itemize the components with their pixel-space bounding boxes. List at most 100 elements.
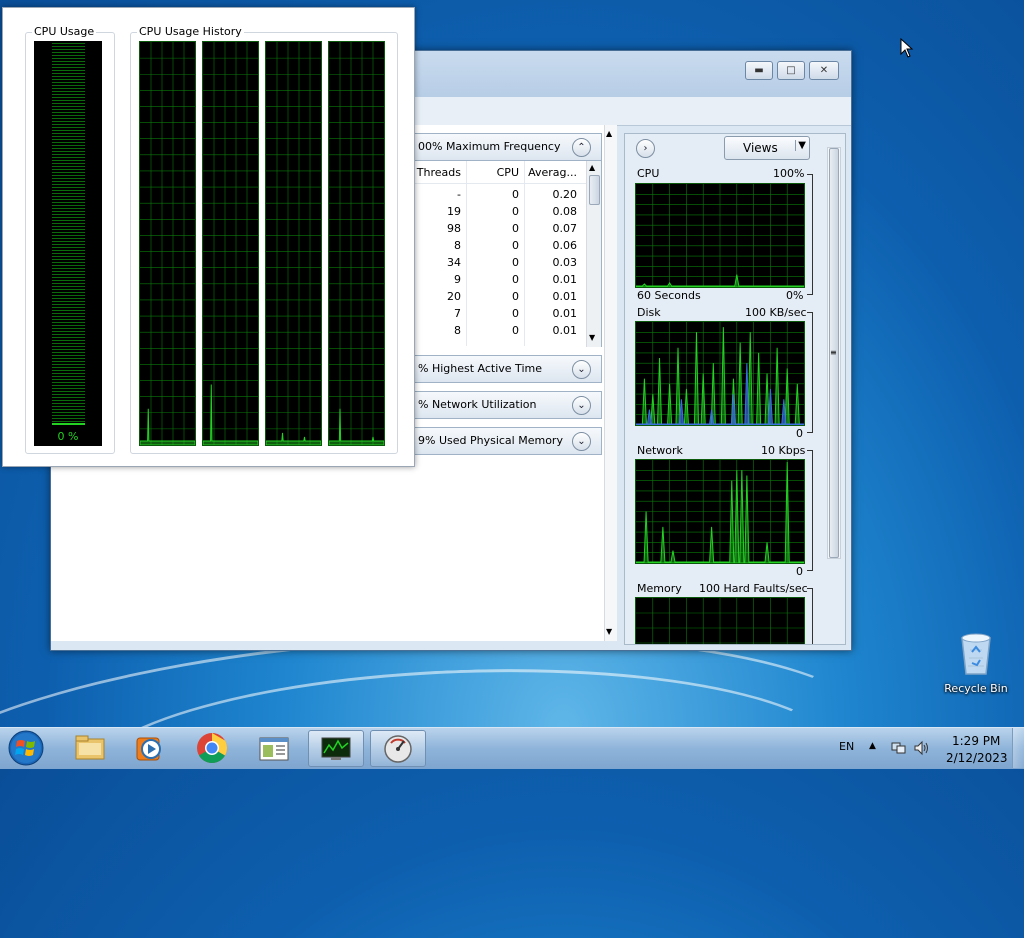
column-threads[interactable]: Threads [415,166,461,179]
table-cell: 0 [512,222,519,235]
expand-panel-icon[interactable]: › [636,139,655,158]
graph-plot [265,42,322,446]
expand-icon[interactable]: ⌄ [572,360,591,379]
graph-plot [635,460,805,564]
table-cell: 8 [454,239,461,252]
windows-logo-icon [8,730,44,766]
network-section-title: % Network Utilization [418,398,537,411]
table-cell: 0 [512,239,519,252]
cpu-usage-bar-fill [52,423,85,425]
graph-plot [328,42,385,446]
cpu-history-graph-core-1 [139,41,196,446]
table-row[interactable]: - 0 0.20 [415,187,585,204]
dropdown-arrow-icon: ▼ [795,140,806,151]
column-average[interactable]: Averag... [523,166,577,179]
table-cell: 0 [512,205,519,218]
language-indicator[interactable]: EN [839,740,854,753]
taskbar-explorer[interactable] [62,730,118,767]
table-cell: - [457,188,461,201]
disk-graph-min: 0 [796,427,803,440]
scroll-up-icon[interactable]: ▲ [589,163,595,172]
scroll-down-icon[interactable]: ▼ [606,627,612,636]
scroll-up-icon[interactable]: ▲ [606,129,612,138]
cpu-graph-max: 100% [773,167,805,180]
table-cell: 0.07 [552,222,578,235]
taskbar-chrome[interactable] [184,730,240,767]
volume-icon[interactable] [913,740,931,756]
memory-graph-label: Memory [637,582,682,595]
graph-plot [139,42,196,446]
table-cell: 0 [512,256,519,269]
expand-icon[interactable]: ⌄ [572,432,591,451]
show-desktop-button[interactable] [1012,728,1024,768]
cpu-history-graph-core-3 [265,41,322,446]
table-cell: 0.06 [552,239,578,252]
table-row[interactable]: 98 0 0.07 [415,221,585,238]
cpu-section-header[interactable]: 00% Maximum Frequency ⌃ [414,133,602,161]
cpu-history-graph-core-4 [328,41,385,446]
network-icon[interactable] [890,740,906,756]
table-cell: 0 [512,324,519,337]
close-button[interactable]: ✕ [809,61,839,80]
maximize-button[interactable]: □ [777,61,805,80]
table-cell: 0.03 [552,256,578,269]
column-cpu[interactable]: CPU [473,166,519,179]
scroll-down-icon[interactable]: ▼ [589,333,595,342]
table-cell: 0.01 [552,324,578,337]
cpu-process-table[interactable]: Threads CPU Averag... -0 0.20 19 0 0.08 98 0 0.… [414,161,602,347]
table-row[interactable]: 20 0 0.01 [415,289,585,306]
table-cell: 0.20 [552,188,578,201]
taskbar-cpu-meter[interactable] [370,730,426,767]
graph-plot [202,42,259,446]
mouse-cursor [900,38,914,58]
table-row[interactable]: 8 0 0.06 [415,238,585,255]
expand-icon[interactable]: ⌄ [572,396,591,415]
cpu-graph-time: 60 Seconds [637,289,701,302]
graph-panel-scrollbar[interactable]: ≡ [827,147,841,559]
show-hidden-icons-icon[interactable]: ▲ [869,741,876,751]
table-cell: 0 [512,188,519,201]
taskbar-notepad[interactable] [246,730,302,767]
cpu-usage-group: CPU Usage 0 % [25,25,115,454]
table-cell: 0.01 [552,273,578,286]
views-button[interactable]: Views ▼ [724,136,810,160]
taskbar-resource-monitor[interactable] [308,730,364,767]
cpu-graph-label: CPU [637,167,660,180]
network-section-header[interactable]: % Network Utilization ⌄ [414,391,602,419]
taskbar: EN ▲ 1:29 PM 2/12/2023 [0,727,1024,769]
start-button[interactable] [6,729,46,767]
memory-section-header[interactable]: 9% Used Physical Memory ⌄ [414,427,602,455]
recycle-bin-shortcut[interactable]: Recycle Bin [940,630,1012,700]
grip-icon: ≡ [830,348,837,357]
gauge-icon [384,735,412,763]
disk-graph-max: 100 KB/sec [745,306,807,319]
disk-section-header[interactable]: % Highest Active Time ⌄ [414,355,602,383]
cpu-usage-title: CPU Usage [32,25,97,38]
cpu-usage-value: 0 % [57,430,79,443]
table-header: Threads CPU Averag... [415,161,587,184]
cpu-history-title: CPU Usage History [137,25,244,38]
table-row[interactable]: 8 0 0.01 [415,323,585,340]
minimize-button[interactable]: ▬ [745,61,773,80]
scroll-thumb[interactable] [589,175,600,205]
table-cell: 19 [447,205,461,218]
clock-date[interactable]: 2/12/2023 [946,751,1008,765]
clock-time[interactable]: 1:29 PM [952,734,1000,748]
overview-scrollbar[interactable]: ▲ ▼ [604,125,617,641]
table-row[interactable]: 9 0 0.01 [415,272,585,289]
table-row[interactable]: 7 0 0.01 [415,306,585,323]
disk-section-title: % Highest Active Time [418,362,542,375]
network-graph [635,459,805,564]
folder-icon [75,735,105,760]
collapse-icon[interactable]: ⌃ [572,138,591,157]
recycle-bin-label: Recycle Bin [944,682,1008,695]
table-row[interactable]: 19 0 0.08 [415,204,585,221]
table-scrollbar[interactable]: ▲ ▼ [586,161,601,347]
taskbar-media-player[interactable] [122,730,178,767]
table-cell: 0.08 [552,205,578,218]
table-cell: 98 [447,222,461,235]
table-cell: 9 [454,273,461,286]
cpu-meter-window[interactable]: CPU Usage 0 % CPU Usage History [2,7,415,467]
table-row[interactable]: 34 0 0.03 [415,255,585,272]
cpu-history-graph-core-2 [202,41,259,446]
